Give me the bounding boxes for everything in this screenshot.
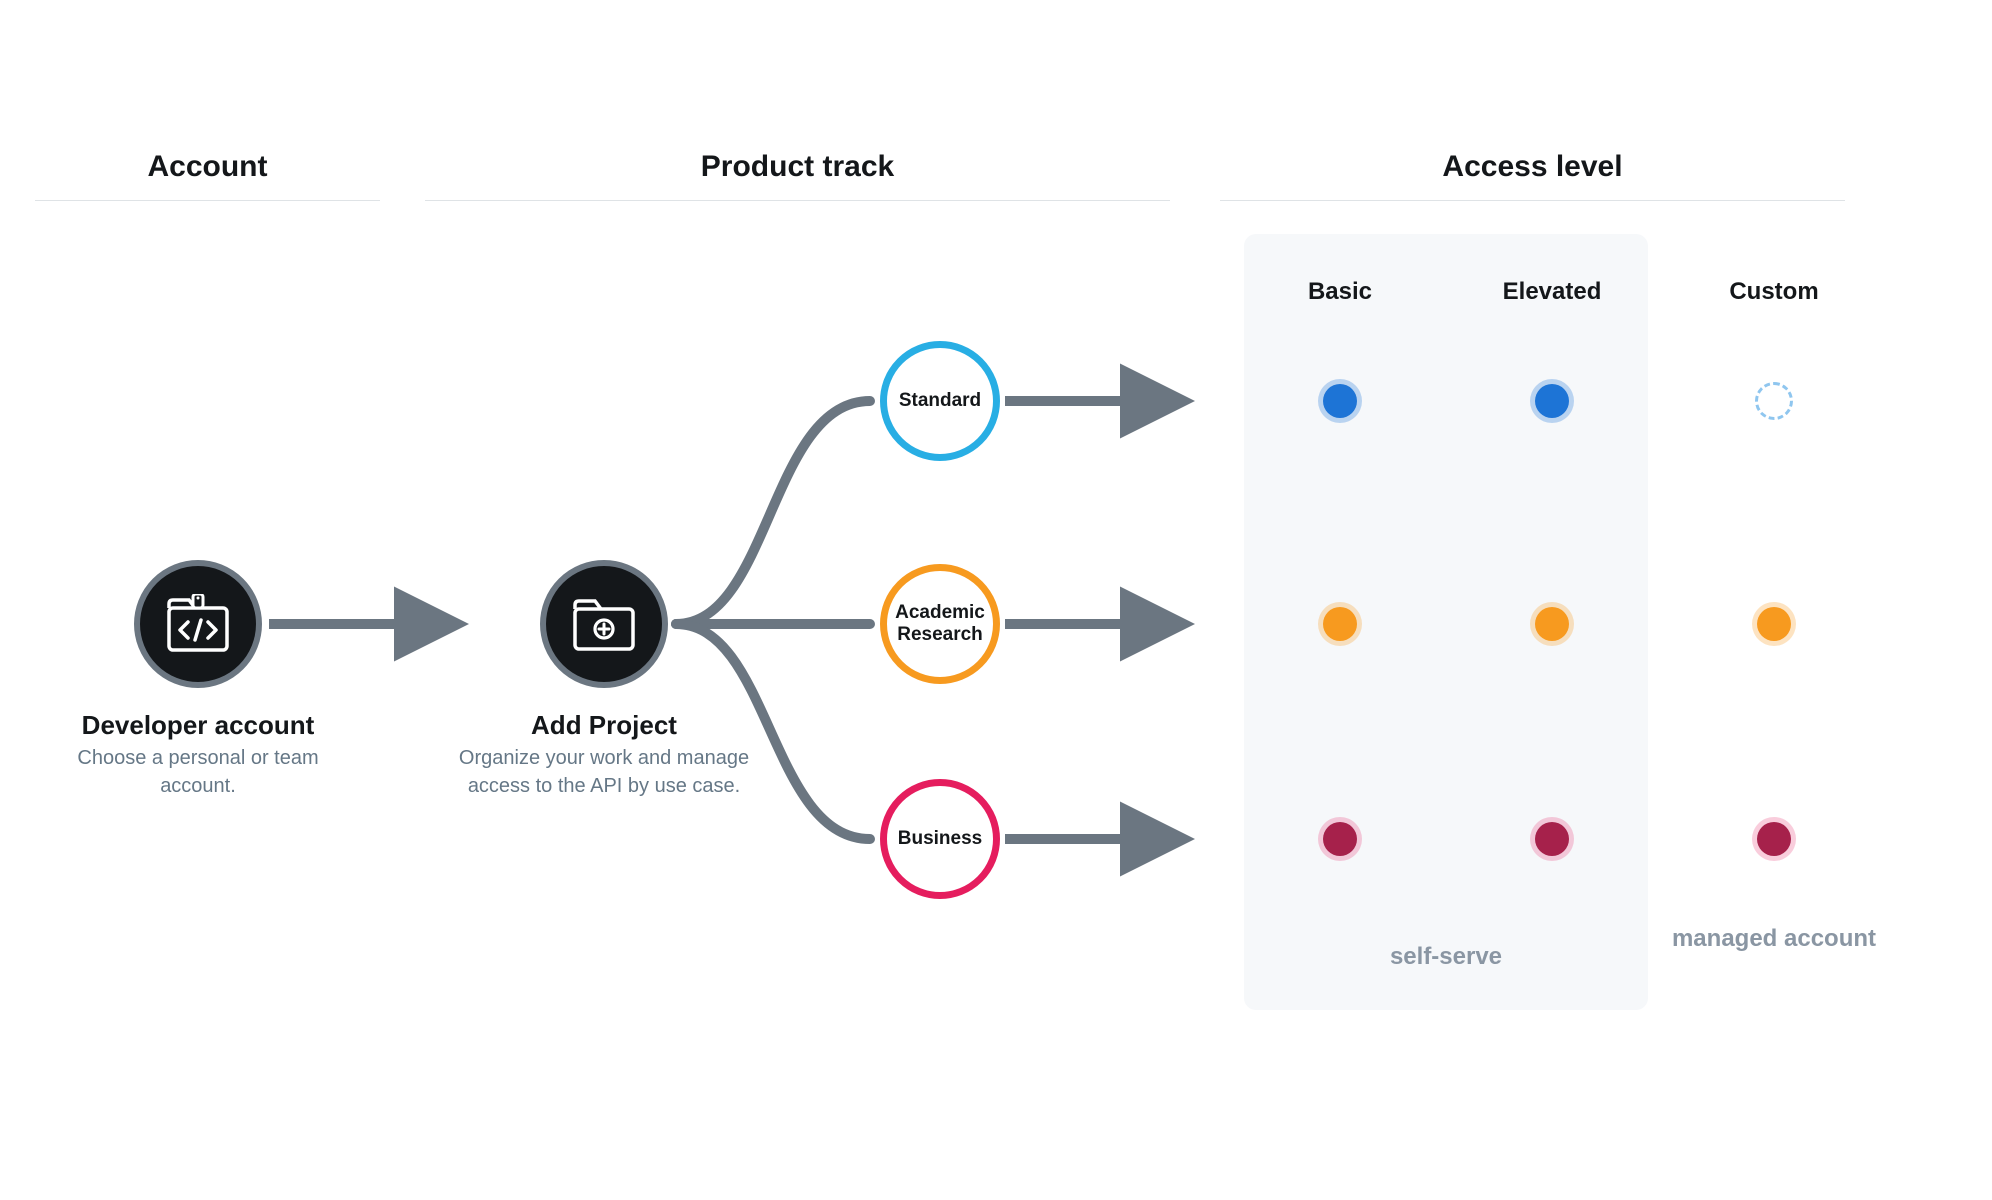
- selfserve-panel: [1244, 234, 1648, 1010]
- column-header-account: Account: [35, 150, 380, 184]
- footer-selfserve: self-serve: [1336, 942, 1556, 972]
- developer-account-desc: Choose a personal or team account.: [38, 744, 358, 800]
- column-header-track: Product track: [425, 150, 1170, 184]
- track-academic-label: Academic Research: [887, 602, 993, 646]
- column-rule-access: [1220, 200, 1845, 201]
- track-business-label: Business: [892, 828, 988, 850]
- dot-academic-custom: [1757, 607, 1791, 641]
- folder-plus-icon: [571, 595, 637, 653]
- column-rule-track: [425, 200, 1170, 201]
- add-project-desc: Organize your work and manage access to …: [444, 744, 764, 800]
- dot-standard-elevated: [1535, 384, 1569, 418]
- track-standard: Standard: [880, 341, 1000, 461]
- footer-managed: managed account: [1664, 924, 1884, 954]
- dot-business-elevated: [1535, 822, 1569, 856]
- column-header-access: Access level: [1220, 150, 1845, 184]
- code-folder-icon: [165, 594, 231, 654]
- dot-academic-basic: [1323, 607, 1357, 641]
- access-level-custom: Custom: [1704, 278, 1844, 306]
- dot-business-custom: [1757, 822, 1791, 856]
- dot-academic-elevated: [1535, 607, 1569, 641]
- add-project-node: [540, 560, 668, 688]
- access-level-basic: Basic: [1270, 278, 1410, 306]
- dot-business-basic: [1323, 822, 1357, 856]
- developer-account-title: Developer account: [38, 710, 358, 741]
- dot-standard-custom: [1755, 382, 1793, 420]
- access-level-elevated: Elevated: [1482, 278, 1622, 306]
- track-business: Business: [880, 779, 1000, 899]
- dot-standard-basic: [1323, 384, 1357, 418]
- track-academic: Academic Research: [880, 564, 1000, 684]
- track-standard-label: Standard: [893, 390, 987, 412]
- add-project-title: Add Project: [444, 710, 764, 741]
- column-rule-account: [35, 200, 380, 201]
- developer-account-node: [134, 560, 262, 688]
